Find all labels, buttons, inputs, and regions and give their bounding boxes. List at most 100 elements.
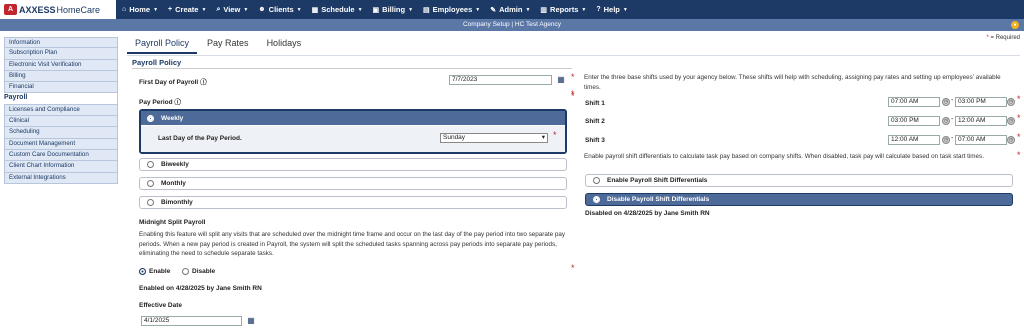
clock-icon[interactable]: ◷ (942, 98, 950, 106)
disable-shift-differentials-label: Disable Payroll Shift Differentials (607, 196, 710, 203)
radio-unselected-icon[interactable] (182, 268, 189, 275)
sidebar-item-financial[interactable]: Financial (4, 82, 118, 94)
radio-unselected-icon[interactable] (593, 177, 600, 184)
chevron-down-icon: ▼ (357, 6, 363, 13)
sidebar-item-licenses[interactable]: Licenses and Compliance (4, 104, 118, 117)
required-text: = Required (990, 35, 1020, 41)
clock-icon[interactable]: ◷ (1007, 117, 1015, 125)
midnight-enable-radio[interactable]: Enable (139, 268, 170, 275)
midnight-disable-radio[interactable]: Disable (182, 268, 215, 275)
shift-1-start-input[interactable]: 07:00 AM (888, 97, 940, 107)
radio-unselected-icon[interactable] (147, 199, 154, 206)
calendar-icon[interactable]: ▦ (246, 316, 256, 326)
plus-icon: + (168, 6, 173, 13)
nav-home-label: Home (129, 5, 151, 14)
shift-3-start-input[interactable]: 12:00 AM (888, 135, 940, 145)
info-icon[interactable]: ⓘ (200, 79, 207, 86)
clock-icon[interactable]: ◷ (942, 117, 950, 125)
pay-period-option-monthly[interactable]: Monthly (139, 177, 567, 190)
nav-admin[interactable]: ✎ Admin ▼ (490, 5, 530, 14)
nav-billing[interactable]: ▣ Billing ▼ (373, 5, 414, 14)
last-day-select[interactable]: Sunday ▾ (440, 133, 548, 143)
pay-period-option-biweekly[interactable]: Biweekly (139, 158, 567, 171)
sidebar-item-evv[interactable]: Electronic Visit Verification (4, 59, 118, 71)
radio-unselected-icon[interactable] (147, 180, 154, 187)
required-star: * (571, 263, 575, 273)
nav-employees[interactable]: ▤ Employees ▼ (423, 5, 480, 14)
sidebar-item-custom-care-documentation[interactable]: Custom Care Documentation (4, 149, 118, 162)
clock-icon[interactable]: ◷ (1007, 98, 1015, 106)
nav-reports[interactable]: ▥ Reports ▼ (540, 5, 586, 14)
shift-3-end-input[interactable]: 07:00 AM (955, 135, 1007, 145)
nav-create-label: Create (175, 5, 199, 14)
enable-label: Enable (149, 268, 171, 275)
shift-1-label: Shift 1 (585, 100, 605, 107)
radio-selected-icon[interactable] (139, 268, 146, 275)
reports-icon: ▥ (540, 6, 548, 14)
nav-billing-label: Billing (382, 5, 406, 14)
sidebar-item-billing[interactable]: Billing (4, 70, 118, 83)
required-star: * (1017, 132, 1021, 142)
nav-view-label: View (223, 5, 241, 14)
sidebar-item-payroll[interactable]: Payroll (4, 93, 118, 105)
pay-period-option-bimonthly[interactable]: Bimonthly (139, 196, 567, 209)
sidebar-item-information[interactable]: Information (4, 37, 118, 49)
disable-shift-differentials-option[interactable]: Disable Payroll Shift Differentials (585, 193, 1013, 206)
shift-1-end-input[interactable]: 03:00 PM (955, 97, 1007, 107)
chevron-down-icon: ▼ (581, 6, 587, 13)
weekly-details: Last Day of the Pay Period. Sunday ▾ * (141, 126, 565, 152)
chevron-down-icon: ▼ (153, 6, 159, 13)
effective-date-label: Effective Date (139, 302, 182, 309)
nav-home[interactable]: ⌂ Home ▼ (122, 5, 158, 14)
shift-2-start-input[interactable]: 03:00 PM (888, 116, 940, 126)
shift-2-end-input[interactable]: 12:00 AM (955, 116, 1007, 126)
nav-view[interactable]: ⌕ View ▼ (216, 5, 248, 14)
bimonthly-label: Bimonthly (161, 199, 193, 206)
nav-create[interactable]: + Create ▼ (168, 5, 206, 14)
pay-period-weekly-panel: Weekly Last Day of the Pay Period. Sunda… (139, 109, 567, 154)
shift-differentials-status: Disabled on 4/28/2025 by Jane Smith RN (585, 210, 710, 217)
wrench-icon: ✎ (490, 6, 497, 14)
sidebar-item-clinical[interactable]: Clinical (4, 116, 118, 128)
tab-divider (127, 55, 1020, 56)
notification-icon[interactable]: ● (1011, 21, 1019, 29)
page-context-title: Company Setup | HC Test Agency (462, 21, 562, 28)
monthly-label: Monthly (161, 180, 186, 187)
nav-clients[interactable]: ☻ Clients ▼ (258, 5, 301, 14)
shift-3-label: Shift 3 (585, 137, 605, 144)
sidebar-item-scheduling[interactable]: Scheduling (4, 127, 118, 139)
tab-holidays[interactable]: Holidays (259, 36, 310, 54)
first-day-label: First Day of Payroll ⓘ (139, 76, 207, 86)
info-icon[interactable]: ⓘ (174, 99, 181, 106)
logo-mark-icon: A (4, 4, 17, 15)
tab-pay-rates[interactable]: Pay Rates (199, 36, 257, 54)
nav-clients-label: Clients (268, 5, 294, 14)
required-star: * (986, 35, 989, 41)
section-divider (132, 68, 572, 69)
nav-help[interactable]: ? Help ▼ (596, 5, 628, 14)
radio-selected-icon[interactable] (593, 196, 600, 203)
agency-logo[interactable]: A AXXESS HomeCare (0, 0, 116, 19)
required-star: * (571, 89, 575, 99)
nav-schedule-label: Schedule (321, 5, 355, 14)
sidebar-item-subscription-plan[interactable]: Subscription Plan (4, 48, 118, 60)
logo-text-homecare: HomeCare (56, 4, 101, 15)
clock-icon[interactable]: ◷ (1007, 136, 1015, 144)
nav-employees-label: Employees (432, 5, 473, 14)
clock-icon[interactable]: ◷ (942, 136, 950, 144)
enable-shift-differentials-option[interactable]: Enable Payroll Shift Differentials (585, 174, 1013, 187)
last-day-value: Sunday (443, 134, 466, 141)
sidebar-item-client-chart-information[interactable]: Client Chart Information (4, 161, 118, 173)
radio-unselected-icon[interactable] (147, 161, 154, 168)
first-day-input[interactable]: 7/7/2023 (449, 75, 552, 85)
calendar-icon[interactable]: ▦ (556, 75, 566, 85)
nav-schedule[interactable]: ▦ Schedule ▼ (312, 5, 363, 14)
pay-period-option-weekly[interactable]: Weekly (141, 111, 565, 125)
radio-selected-icon[interactable] (147, 114, 154, 122)
effective-date-input[interactable]: 4/1/2025 (141, 316, 242, 326)
chevron-down-icon: ▾ (541, 134, 545, 141)
tab-payroll-policy[interactable]: Payroll Policy (127, 36, 198, 54)
shift-differentials-description: Enable payroll shift differentials to ca… (584, 153, 984, 160)
sidebar-item-document-management[interactable]: Document Management (4, 138, 118, 150)
sidebar-item-external-integrations[interactable]: External Integrations (4, 172, 118, 184)
